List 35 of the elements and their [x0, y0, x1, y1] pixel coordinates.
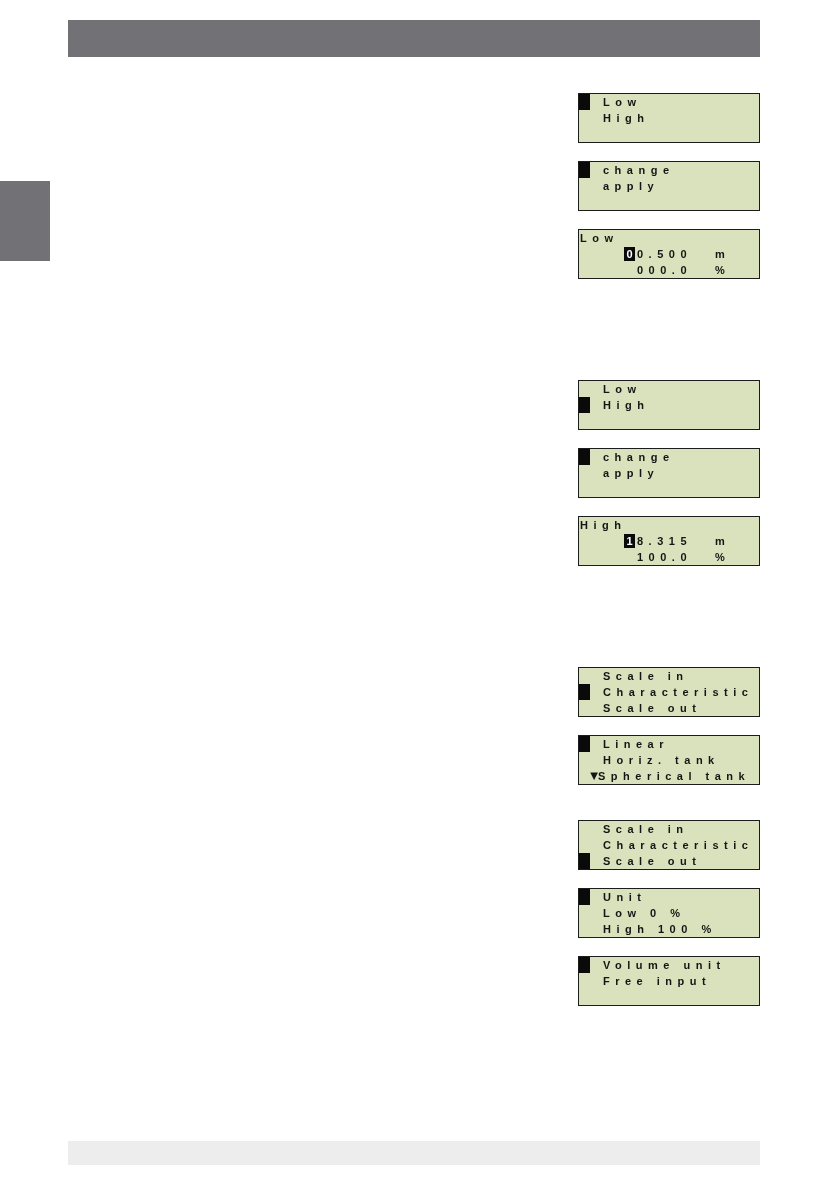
menu-item-label: Spherical tank	[598, 769, 751, 784]
scroll-down-indicator: ▼	[590, 769, 598, 781]
menu-item-label: Unit	[603, 890, 647, 905]
value-text: 000.0	[637, 263, 694, 278]
menu-item-label: High 100 %	[603, 922, 717, 937]
menu-item-label: Volume unit	[603, 958, 726, 973]
display-title: High	[579, 518, 627, 533]
unit-label: %	[715, 263, 731, 278]
menu-item-label: apply	[603, 466, 660, 481]
menu-item-label: Low	[603, 382, 642, 397]
menu-item-label: Characteristic	[603, 838, 754, 853]
menu-item-label: High	[603, 398, 650, 413]
menu-item-label: Scale out	[603, 854, 702, 869]
menu-item-label: Horiz. tank	[603, 753, 720, 768]
display-title: Low	[579, 231, 619, 246]
menu-item-label: High	[603, 111, 650, 126]
menu-item-label: Scale out	[603, 701, 702, 716]
menu-item-label: change	[603, 163, 675, 178]
value-text: 8.315	[637, 534, 694, 549]
menu-item-label: Scale in	[603, 669, 689, 684]
menu-item-label: Linear	[603, 737, 669, 752]
menu-item-label: apply	[603, 179, 660, 194]
menu-item-label: Low 0 %	[603, 906, 686, 921]
unit-label: m	[715, 534, 731, 549]
menu-item-label: Characteristic	[603, 685, 754, 700]
unit-label: %	[715, 550, 731, 565]
menu-item-label: change	[603, 450, 675, 465]
menu-item-label: Low	[603, 95, 642, 110]
cursor-digit: 1	[624, 534, 635, 548]
menu-item-label: Free input	[603, 974, 712, 989]
cursor-digit: 0	[624, 247, 635, 261]
unit-label: m	[715, 247, 731, 262]
menu-item-label: Scale in	[603, 822, 689, 837]
value-text: 100.0	[637, 550, 694, 565]
value-text: 0.500	[637, 247, 694, 262]
